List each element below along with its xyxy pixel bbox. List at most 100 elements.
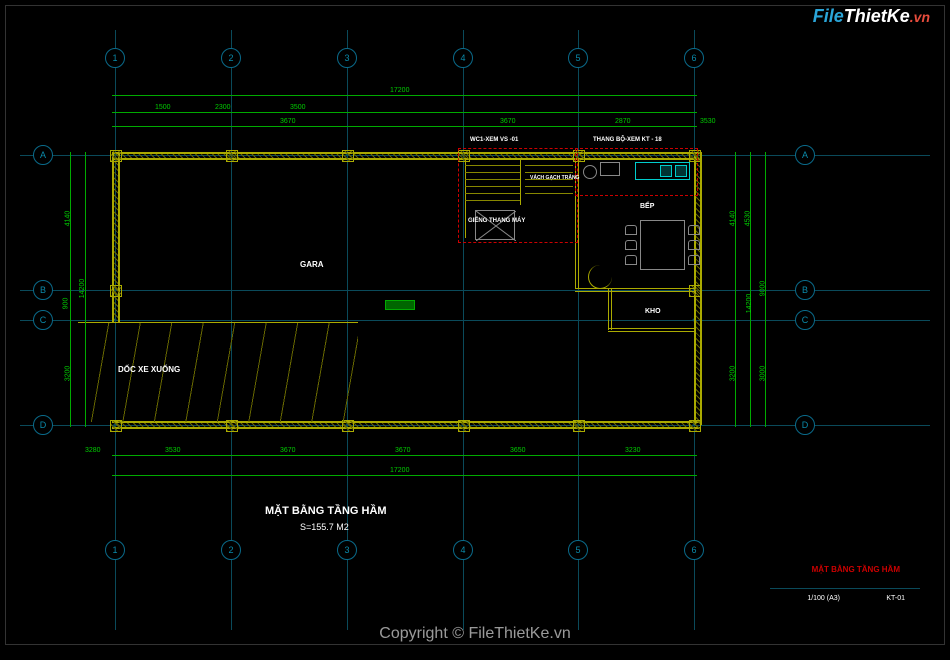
door-swing-icon [588, 265, 612, 289]
grid-bubble-6-bot: 6 [684, 540, 704, 560]
dim-overall-bot: 17200 [390, 467, 409, 474]
logo-part3: .vn [910, 9, 930, 25]
chair-icon [625, 240, 637, 250]
wall-partition [575, 291, 695, 292]
chair-icon [688, 240, 700, 250]
titleblock-sheet: KT-01 [886, 595, 905, 602]
titleblock-line [770, 588, 920, 589]
label-ramp: DỐC XE XUỐNG [118, 365, 180, 374]
dim-right: 3200 [729, 366, 736, 382]
dim-bot: 3280 [85, 447, 101, 454]
dim-right: 4140 [729, 211, 736, 227]
dim-line-right [735, 152, 736, 427]
dim-bot: 3670 [280, 447, 296, 454]
dim-line-top-overall [112, 95, 697, 96]
dim-line-top-2 [112, 126, 697, 127]
grid-bubble-b-right: B [795, 280, 815, 300]
label-wc2: THANG BỘ-XEM KT - 18 [593, 137, 662, 143]
column [689, 420, 701, 432]
grid-bubble-4-bot: 4 [453, 540, 473, 560]
logo-part2: ThietKe [844, 6, 910, 27]
ramp-edge [78, 322, 358, 323]
drawing-title: MẶT BẰNG TẦNG HẦM [265, 505, 387, 517]
column [226, 150, 238, 162]
dim-left: 4140 [64, 211, 71, 227]
dim-line-right2 [750, 152, 751, 427]
dim-left: 3200 [64, 366, 71, 382]
label-kho: KHO [645, 308, 661, 315]
drawing-subtitle: S=155.7 M2 [300, 522, 349, 532]
revision-cloud [458, 148, 578, 243]
wall-partition [608, 331, 696, 332]
grid-bubble-a-right: A [795, 145, 815, 165]
level-marker [385, 300, 415, 310]
chair-icon [625, 225, 637, 235]
dim-bot: 3650 [510, 447, 526, 454]
wall-partition [611, 288, 612, 330]
dim-top: 2870 [615, 118, 631, 125]
dim-top: 3670 [500, 118, 516, 125]
label-gara: GARA [300, 260, 324, 269]
column [458, 420, 470, 432]
cad-canvas: 1 2 3 4 5 6 1 2 3 4 5 6 A B C D A B C D [0, 0, 950, 660]
wall-partition [575, 288, 695, 289]
dim-line-top-1 [112, 112, 697, 113]
column [342, 150, 354, 162]
watermark-copyright: Copyright © FileThietKe.vn [379, 625, 570, 643]
grid-bubble-2-bot: 2 [221, 540, 241, 560]
dim-top: 1500 [155, 104, 171, 111]
label-elevator: GIẾNG THANG MÁY [468, 218, 525, 224]
dim-bot: 3530 [165, 447, 181, 454]
dim-right: 14200 [746, 294, 753, 313]
chair-icon [625, 255, 637, 265]
grid-bubble-5-bot: 5 [568, 540, 588, 560]
grid-bubble-a-left: A [33, 145, 53, 165]
grid-line-c [20, 320, 930, 321]
dim-top: 3670 [280, 118, 296, 125]
chair-icon [688, 255, 700, 265]
dim-line-left [70, 152, 71, 427]
dim-top: 3530 [700, 118, 716, 125]
dim-overall-top: 17200 [390, 87, 409, 94]
dim-bot: 3670 [395, 447, 411, 454]
dim-top: 2300 [215, 104, 231, 111]
column [573, 420, 585, 432]
grid-bubble-1-bot: 1 [105, 540, 125, 560]
label-wc1: WC1-XEM VS -01 [470, 137, 518, 143]
titleblock-scale: 1/100 (A3) [807, 595, 840, 602]
wall-hatch [114, 423, 698, 427]
sink-icon [660, 165, 672, 177]
column [110, 150, 122, 162]
dining-table [640, 220, 685, 270]
grid-bubble-2-top: 2 [221, 48, 241, 68]
grid-bubble-3-bot: 3 [337, 540, 357, 560]
dim-line-bot-1 [112, 455, 697, 456]
logo-part1: File [813, 6, 844, 27]
dim-left: 14200 [79, 279, 86, 298]
grid-line-b [20, 290, 930, 291]
label-vach: VÁCH GẠCH TRẮNG [530, 175, 579, 181]
dim-line-bot-overall [112, 475, 697, 476]
grid-bubble-d-left: D [33, 415, 53, 435]
grid-bubble-6-top: 6 [684, 48, 704, 68]
grid-bubble-5-top: 5 [568, 48, 588, 68]
sink-icon [675, 165, 687, 177]
fixture [600, 162, 620, 176]
wall-partition [608, 288, 609, 330]
grid-bubble-3-top: 3 [337, 48, 357, 68]
grid-bubble-4-top: 4 [453, 48, 473, 68]
toilet-icon [583, 165, 597, 179]
dim-right: 9000 [759, 281, 766, 297]
chair-icon [688, 225, 700, 235]
label-bep: BẾP [640, 203, 654, 210]
grid-bubble-c-right: C [795, 310, 815, 330]
grid-bubble-d-right: D [795, 415, 815, 435]
dim-top: 3500 [290, 104, 306, 111]
dim-right: 3000 [759, 366, 766, 382]
column [110, 285, 122, 297]
grid-bubble-1-top: 1 [105, 48, 125, 68]
dim-bot: 3230 [625, 447, 641, 454]
grid-bubble-c-left: C [33, 310, 53, 330]
watermark-logo: File ThietKe .vn [813, 6, 930, 27]
grid-bubble-b-left: B [33, 280, 53, 300]
